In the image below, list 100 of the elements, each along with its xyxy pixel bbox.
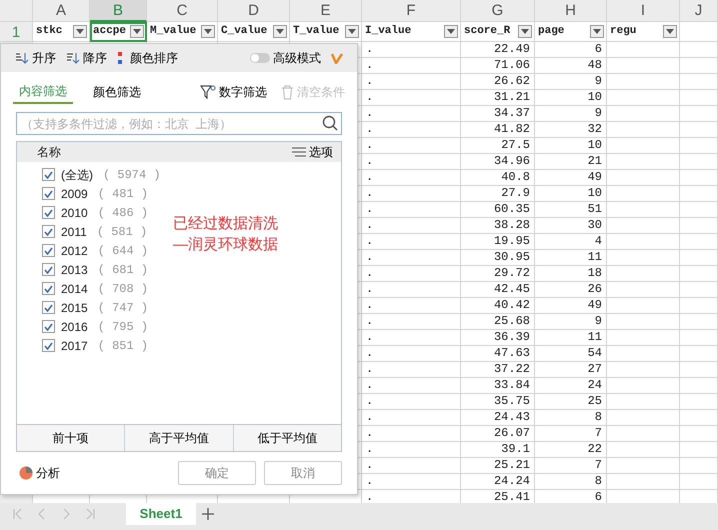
advanced-mode-toggle[interactable]: 高级模式 — [250, 49, 321, 67]
table-cell: . — [362, 474, 461, 490]
column-header[interactable]: H — [535, 0, 607, 22]
sort-descending-icon — [66, 51, 80, 65]
sheet-tab[interactable]: Sheet1 — [126, 503, 196, 525]
table-cell — [680, 346, 718, 362]
list-item[interactable]: 2013 ( 681 ) — [17, 260, 167, 279]
column-header[interactable]: E — [290, 0, 362, 22]
list-header-label: 名称 — [37, 144, 61, 161]
column-header[interactable]: I — [607, 0, 680, 22]
checkbox[interactable] — [42, 244, 55, 257]
checkbox[interactable] — [42, 187, 55, 200]
header-cell[interactable]: page — [535, 22, 607, 42]
checkbox[interactable] — [42, 320, 55, 333]
header-cell[interactable]: regu — [607, 22, 680, 42]
filter-tab[interactable]: 内容筛选 — [13, 80, 73, 104]
header-cell[interactable]: M_value — [147, 22, 218, 42]
list-item[interactable]: 2009 ( 481 ) — [17, 184, 167, 203]
dropdown-button[interactable] — [201, 25, 215, 38]
dropdown-button[interactable] — [73, 25, 87, 38]
sort-button[interactable]: 降序 — [66, 49, 107, 67]
checkbox[interactable] — [42, 282, 55, 295]
v-logo-icon — [331, 52, 343, 64]
checkbox[interactable] — [42, 168, 55, 181]
list-item[interactable]: 2011 ( 581 ) — [17, 222, 167, 241]
header-cell[interactable]: score_R — [461, 22, 535, 42]
dropdown-button[interactable] — [663, 25, 677, 38]
options-button[interactable]: 选项 — [292, 143, 333, 161]
dropdown-button[interactable] — [590, 25, 604, 38]
checkbox[interactable] — [42, 301, 55, 314]
table-cell: 10 — [535, 90, 607, 106]
item-label: 2013 — [61, 262, 88, 278]
analysis-button[interactable]: 分析 — [19, 464, 60, 482]
table-cell: . — [362, 154, 461, 170]
caret-icon — [204, 29, 212, 34]
column-header[interactable]: C — [147, 0, 218, 22]
dropdown-button[interactable] — [518, 25, 532, 38]
table-cell: . — [362, 90, 461, 106]
cancel-button[interactable]: 取消 — [264, 461, 342, 485]
column-header[interactable]: A — [33, 0, 90, 22]
options-icon — [292, 147, 306, 157]
table-cell: 21 — [535, 154, 607, 170]
list-item[interactable]: 2012 ( 644 ) — [17, 241, 167, 260]
list-item[interactable]: 2015 ( 747 ) — [17, 298, 167, 317]
table-cell: 38.28 — [461, 218, 535, 234]
list-item[interactable]: 2016 ( 795 ) — [17, 317, 167, 336]
filter-action-button[interactable]: 数字筛选 — [200, 83, 267, 101]
table-cell: . — [362, 106, 461, 122]
ok-button[interactable]: 确定 — [178, 461, 256, 485]
table-cell — [680, 22, 718, 42]
corner-cell[interactable] — [0, 0, 33, 22]
table-cell: 25.68 — [461, 314, 535, 330]
table-cell: 24.24 — [461, 474, 535, 490]
table-cell: . — [362, 314, 461, 330]
table-cell — [680, 362, 718, 378]
table-cell: 7 — [535, 426, 607, 442]
column-header[interactable]: F — [362, 0, 461, 22]
header-cell[interactable]: T_value — [290, 22, 362, 42]
header-cell[interactable]: C_value — [218, 22, 290, 42]
checkbox[interactable] — [42, 339, 55, 352]
table-cell: 42.45 — [461, 282, 535, 298]
table-cell: 30 — [535, 218, 607, 234]
table-cell: 4 — [535, 234, 607, 250]
dropdown-button[interactable] — [130, 25, 144, 38]
checkbox[interactable] — [42, 206, 55, 219]
checkbox[interactable] — [42, 225, 55, 238]
dropdown-button[interactable] — [345, 25, 359, 38]
table-cell — [680, 298, 718, 314]
column-header[interactable]: J — [680, 0, 718, 22]
dropdown-button[interactable] — [444, 25, 458, 38]
header-cell[interactable]: accpe — [90, 22, 147, 42]
table-cell — [680, 410, 718, 426]
list-item[interactable]: 2014 ( 708 ) — [17, 279, 167, 298]
list-item[interactable]: (全选) ( 5974 ) — [17, 165, 167, 184]
sort-button[interactable]: 颜色排序 — [117, 49, 178, 67]
item-count: ( 581 ) — [96, 224, 148, 240]
caret-icon — [593, 29, 601, 34]
list-item[interactable]: 2010 ( 486 ) — [17, 203, 167, 222]
item-label: (全选) — [61, 166, 93, 184]
list-item[interactable]: 2017 ( 851 ) — [17, 336, 167, 355]
checkbox[interactable] — [42, 263, 55, 276]
item-label: 2016 — [61, 318, 88, 336]
table-cell — [680, 330, 718, 346]
header-cell[interactable]: stkc — [33, 22, 90, 42]
table-cell: 34.37 — [461, 106, 535, 122]
search-field[interactable]: （支持多条件过滤，例如：北京 上海） — [16, 112, 342, 135]
table-cell — [680, 394, 718, 410]
column-header[interactable]: D — [218, 0, 290, 22]
table-cell: . — [362, 170, 461, 186]
item-label: 2011 — [61, 224, 87, 240]
table-cell: . — [362, 346, 461, 362]
table-cell: 24 — [535, 378, 607, 394]
table-cell: 48 — [535, 58, 607, 74]
header-cell[interactable]: I_value — [362, 22, 461, 42]
table-cell: 9 — [535, 314, 607, 330]
column-header[interactable]: G — [461, 0, 535, 22]
filter-tab[interactable]: 颜色筛选 — [87, 81, 147, 103]
dropdown-button[interactable] — [273, 25, 287, 38]
item-count: ( 644 ) — [98, 242, 148, 260]
sort-button[interactable]: 升序 — [15, 49, 56, 67]
